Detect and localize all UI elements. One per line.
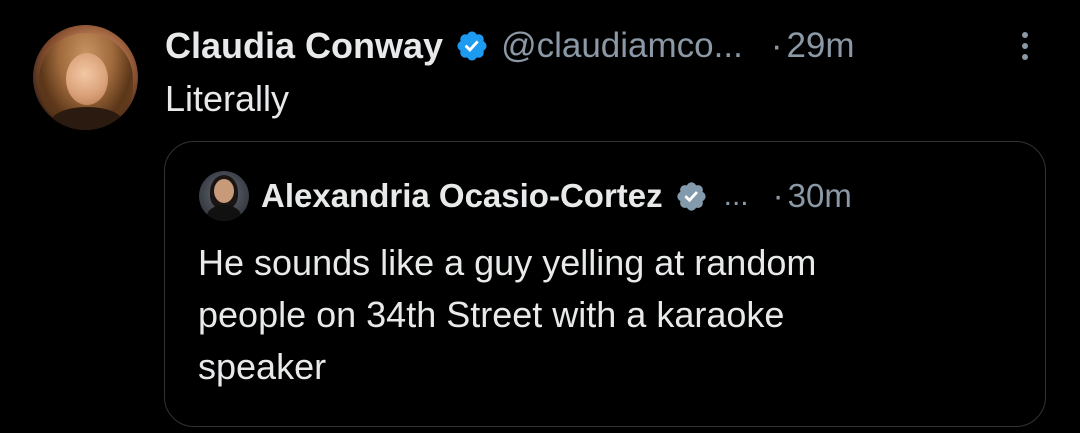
tweet-header: Claudia Conway @claudiamco... · 29m [165, 22, 855, 70]
avatar-face [66, 53, 108, 105]
header-separator: · [770, 26, 783, 65]
quoted-tweet-header: Alexandria Ocasio-Cortez ... · 30m [261, 173, 852, 219]
quoted-author-avatar[interactable] [199, 171, 249, 221]
quoted-tweet-card[interactable]: Alexandria Ocasio-Cortez ... · 30m He so… [164, 141, 1046, 427]
author-avatar[interactable] [33, 25, 138, 130]
avatar-shoulder [51, 107, 123, 130]
tweet[interactable]: Claudia Conway @claudiamco... · 29m Lite… [0, 0, 1080, 433]
verified-badge-gray-icon[interactable] [675, 180, 708, 213]
quoted-avatar-face [214, 179, 234, 203]
verified-badge-icon[interactable] [455, 29, 489, 63]
quoted-text-line: people on 34th Street with a karaoke [198, 294, 785, 335]
more-vertical-icon[interactable] [1012, 28, 1038, 68]
quoted-avatar-body [207, 205, 241, 221]
quoted-tweet-timestamp[interactable]: 30m [788, 177, 852, 215]
tweet-timestamp[interactable]: 29m [786, 26, 854, 66]
quoted-tweet-text: He sounds like a guy yelling at random p… [198, 237, 998, 393]
quoted-author-handle[interactable]: ... [724, 179, 749, 213]
quoted-text-line: speaker [198, 346, 327, 387]
quoted-header-separator: · [772, 177, 784, 214]
quoted-author-name[interactable]: Alexandria Ocasio-Cortez [261, 177, 663, 215]
quoted-text-line: He sounds like a guy yelling at random [198, 242, 817, 283]
author-handle[interactable]: @claudiamco... [501, 26, 743, 66]
author-name[interactable]: Claudia Conway [165, 25, 443, 67]
tweet-text: Literally [165, 78, 290, 119]
